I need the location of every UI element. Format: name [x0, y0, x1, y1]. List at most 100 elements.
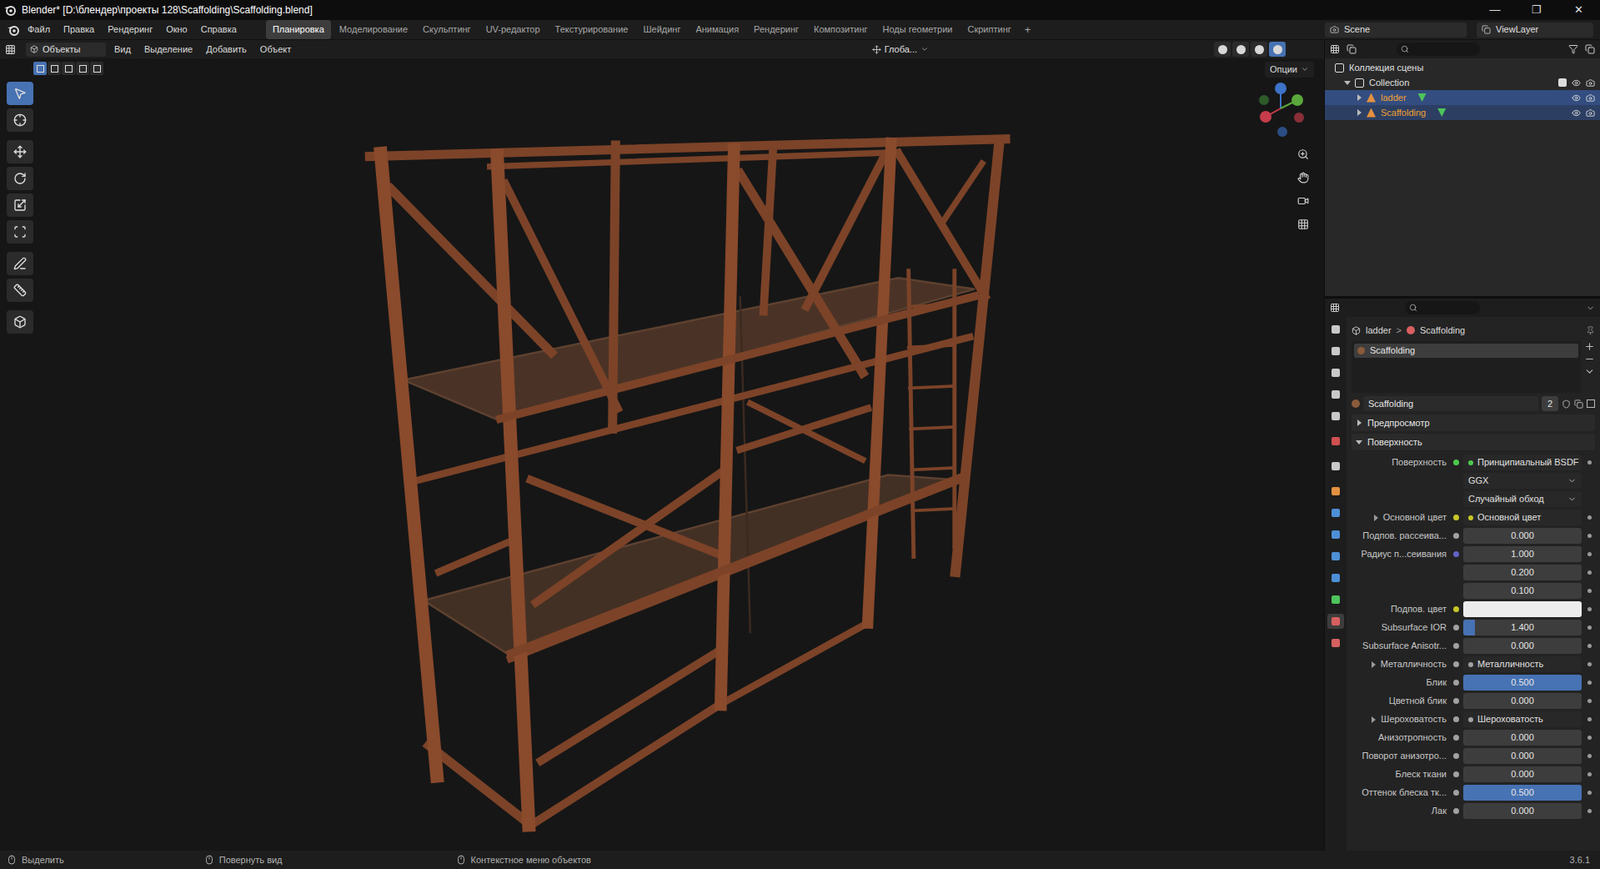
socket-icon[interactable]	[1453, 789, 1460, 796]
select-mode-button[interactable]	[47, 61, 61, 76]
keyframe-icon[interactable]	[1587, 551, 1592, 557]
user-count[interactable]: 2	[1541, 396, 1559, 412]
expand-icon[interactable]	[1343, 78, 1352, 87]
viewport-menu[interactable]: Объект	[255, 42, 296, 57]
number-field[interactable]: 0.000	[1463, 637, 1582, 654]
viewport-canvas[interactable]: Опции	[0, 58, 1325, 851]
number-field[interactable]: 0.500	[1463, 784, 1582, 801]
menu-item[interactable]: Справка	[195, 22, 243, 37]
nav-button[interactable]	[1294, 215, 1313, 234]
link-field[interactable]: Металличность	[1463, 656, 1582, 673]
workspace-tab[interactable]: Композитинг	[807, 20, 875, 40]
outliner-search[interactable]	[1396, 42, 1480, 56]
window-control[interactable]: ✕	[1559, 1, 1597, 19]
properties-tab[interactable]	[1327, 365, 1345, 381]
properties-tab[interactable]	[1327, 321, 1345, 337]
properties-tab[interactable]	[1327, 386, 1345, 402]
navigation-gizmo-icon[interactable]	[1255, 80, 1310, 139]
viewport-menu[interactable]: Вид	[109, 42, 136, 57]
mesh-data-icon[interactable]	[1418, 93, 1427, 102]
keyframe-icon[interactable]	[1587, 460, 1592, 465]
properties-tab[interactable]	[1327, 548, 1345, 564]
expand-icon[interactable]	[1354, 108, 1364, 117]
tool-button[interactable]	[6, 166, 34, 191]
keyframe-icon[interactable]	[1587, 643, 1592, 648]
socket-icon[interactable]	[1453, 642, 1460, 649]
keyframe-icon[interactable]	[1587, 735, 1592, 740]
panel-toggle-icon[interactable]	[1354, 437, 1364, 447]
number-field[interactable]: 0.500	[1463, 674, 1582, 691]
link-field[interactable]: Основной цвет	[1463, 509, 1582, 526]
socket-icon[interactable]	[1453, 679, 1460, 686]
keyframe-icon[interactable]	[1587, 808, 1592, 813]
render-icon[interactable]	[1585, 108, 1595, 118]
render-icon[interactable]	[1585, 93, 1595, 103]
number-field[interactable]: 0.200	[1463, 564, 1582, 581]
keyframe-icon[interactable]	[1587, 533, 1592, 538]
tool-button[interactable]	[6, 140, 34, 164]
unlink-icon[interactable]	[1586, 399, 1595, 408]
socket-icon[interactable]	[1453, 551, 1460, 557]
menu-item[interactable]: Файл	[21, 22, 56, 37]
duplicate-icon[interactable]	[1574, 399, 1584, 409]
socket-icon[interactable]	[1453, 606, 1460, 612]
socket-icon[interactable]	[1453, 514, 1460, 521]
blender-logo-icon[interactable]	[3, 4, 17, 16]
keyframe-icon[interactable]	[1587, 625, 1592, 630]
select-mode-button[interactable]	[33, 61, 47, 76]
properties-tab[interactable]	[1327, 433, 1345, 449]
properties-search[interactable]	[1404, 300, 1480, 315]
pin-icon[interactable]	[1585, 326, 1595, 336]
material-slot[interactable]: Scaffolding	[1354, 343, 1579, 358]
number-field[interactable]: 0.100	[1463, 582, 1582, 599]
filter-icon[interactable]	[1568, 44, 1579, 55]
shading-mode-button[interactable]	[1213, 41, 1231, 57]
visibility-icon[interactable]	[1571, 78, 1581, 88]
socket-icon[interactable]	[1453, 459, 1460, 466]
remove-slot-icon[interactable]	[1584, 353, 1595, 365]
keyframe-icon[interactable]	[1587, 698, 1592, 703]
mesh-data-icon[interactable]	[1437, 108, 1446, 117]
visibility-icon[interactable]	[1571, 93, 1581, 103]
socket-icon[interactable]	[1453, 752, 1460, 759]
number-field[interactable]: 0.000	[1463, 692, 1582, 709]
tool-button[interactable]	[6, 251, 34, 276]
tool-button[interactable]	[6, 278, 34, 302]
shading-mode-button[interactable]	[1232, 41, 1249, 57]
outliner-row[interactable]: Collection	[1324, 75, 1600, 91]
tool-button[interactable]	[6, 220, 34, 244]
number-field[interactable]: 0.000	[1463, 527, 1582, 544]
properties-tab[interactable]	[1327, 408, 1345, 424]
shading-mode-button[interactable]	[1250, 41, 1268, 57]
expand-icon[interactable]	[1369, 715, 1378, 724]
keyframe-icon[interactable]	[1587, 662, 1592, 667]
socket-icon[interactable]	[1453, 716, 1460, 723]
workspace-tab[interactable]: Скульптинг	[416, 20, 478, 40]
workspace-tab[interactable]: Шейдинг	[636, 20, 688, 40]
blender-logo-icon[interactable]	[6, 24, 21, 36]
add-workspace-button[interactable]: +	[1019, 21, 1037, 39]
link-field[interactable]: Принципиальный BSDF	[1463, 454, 1582, 471]
socket-icon[interactable]	[1453, 771, 1460, 778]
number-field[interactable]: 1.000	[1463, 546, 1582, 562]
keyframe-icon[interactable]	[1587, 588, 1592, 593]
socket-icon[interactable]	[1453, 532, 1460, 539]
tool-button[interactable]	[6, 108, 34, 132]
fake-user-icon[interactable]	[1561, 399, 1571, 409]
workspace-tab[interactable]: Ноды геометрии	[876, 20, 960, 40]
tool-button[interactable]	[6, 193, 34, 217]
expand-icon[interactable]	[1371, 513, 1380, 522]
visibility-icon[interactable]	[1571, 108, 1581, 118]
number-field[interactable]: 0.000	[1463, 729, 1582, 746]
number-field[interactable]: 0.000	[1463, 802, 1582, 819]
socket-icon[interactable]	[1453, 807, 1460, 814]
dropdown[interactable]: Случайный обход	[1463, 491, 1582, 507]
add-slot-icon[interactable]	[1584, 341, 1595, 352]
color-swatch[interactable]	[1463, 601, 1582, 617]
socket-icon[interactable]	[1453, 697, 1460, 704]
menu-item[interactable]: Рендеринг	[101, 22, 159, 37]
outliner-row[interactable]: Коллекция сцены	[1324, 60, 1600, 76]
keyframe-icon[interactable]	[1587, 515, 1592, 520]
number-field[interactable]: 0.000	[1463, 766, 1582, 783]
properties-tab[interactable]	[1327, 526, 1345, 542]
